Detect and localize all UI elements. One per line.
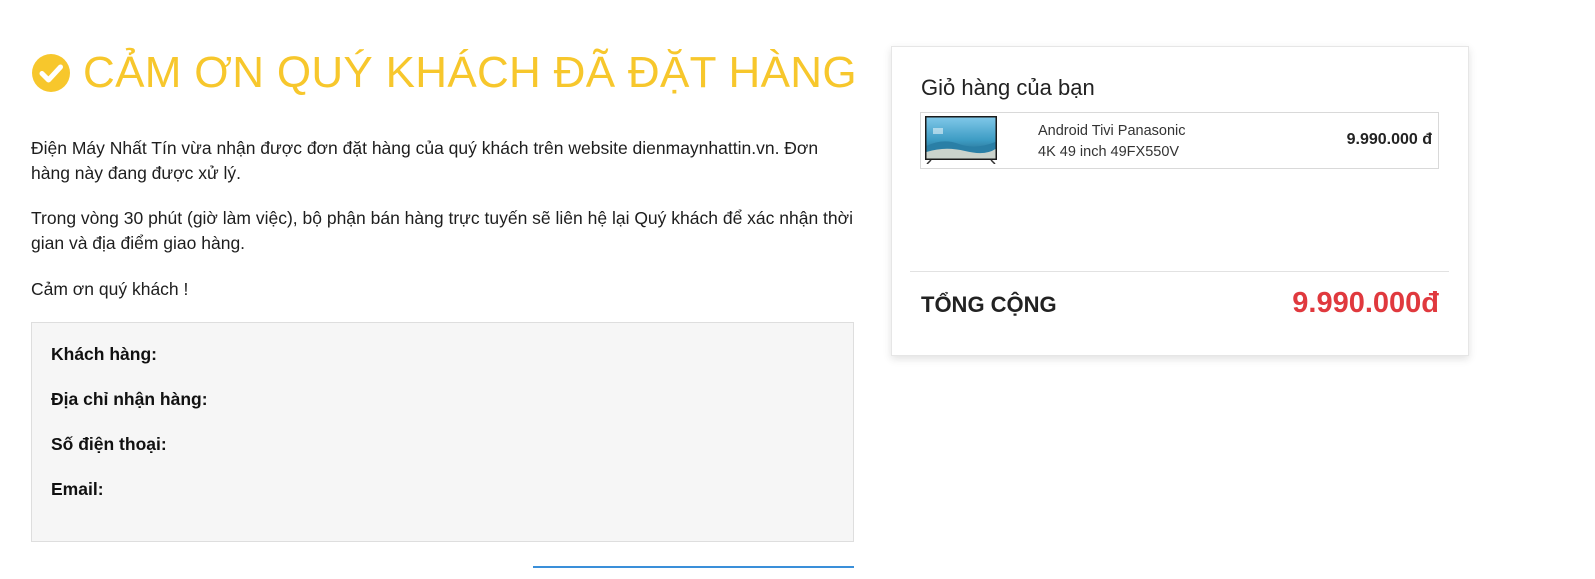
- total-value: 9.990.000đ: [1292, 287, 1439, 319]
- customer-name-label: Khách hàng:: [51, 344, 157, 364]
- total-label: TỔNG CỘNG: [921, 292, 1057, 317]
- email-label: Email:: [51, 479, 104, 499]
- cart-panel: Giỏ hàng của bạn Android Tivi Panasonic …: [891, 46, 1469, 356]
- product-name-line2: 4K 49 inch 49FX550V: [1038, 144, 1180, 160]
- order-confirmation: CẢM ƠN QUÝ KHÁCH ĐÃ ĐẶT HÀNG Điện Máy Nh…: [31, 40, 857, 568]
- confirmation-message: Điện Máy Nhất Tín vừa nhận được đơn đặt …: [31, 138, 819, 183]
- delivery-address-label: Địa chỉ nhận hàng:: [51, 389, 208, 409]
- product-price: 9.990.000 đ: [1346, 131, 1432, 148]
- customer-info-box: Khách hàng: Địa chỉ nhận hàng: Số điện t…: [31, 322, 854, 542]
- product-name[interactable]: Android Tivi Panasonic 4K 49 inch 49FX55…: [1038, 121, 1258, 163]
- check-circle-icon: [32, 54, 70, 92]
- heading-text: CẢM ƠN QUÝ KHÁCH ĐÃ ĐẶT HÀNG: [83, 48, 857, 97]
- cart-title: Giỏ hàng của bạn: [921, 75, 1095, 100]
- phone-label: Số điện thoại:: [51, 434, 167, 454]
- continue-button-edge[interactable]: [533, 566, 854, 568]
- page-title: CẢM ƠN QUÝ KHÁCH ĐÃ ĐẶT HÀNG: [31, 40, 857, 106]
- thank-you-text: Cảm ơn quý khách !: [31, 279, 189, 299]
- cart-divider: [910, 271, 1449, 272]
- contact-notice: Trong vòng 30 phút (giờ làm việc), bộ ph…: [31, 208, 854, 253]
- product-name-line1: Android Tivi Panasonic: [1038, 123, 1186, 139]
- tv-thumbnail[interactable]: [925, 116, 997, 164]
- cart-item[interactable]: Android Tivi Panasonic 4K 49 inch 49FX55…: [920, 112, 1439, 169]
